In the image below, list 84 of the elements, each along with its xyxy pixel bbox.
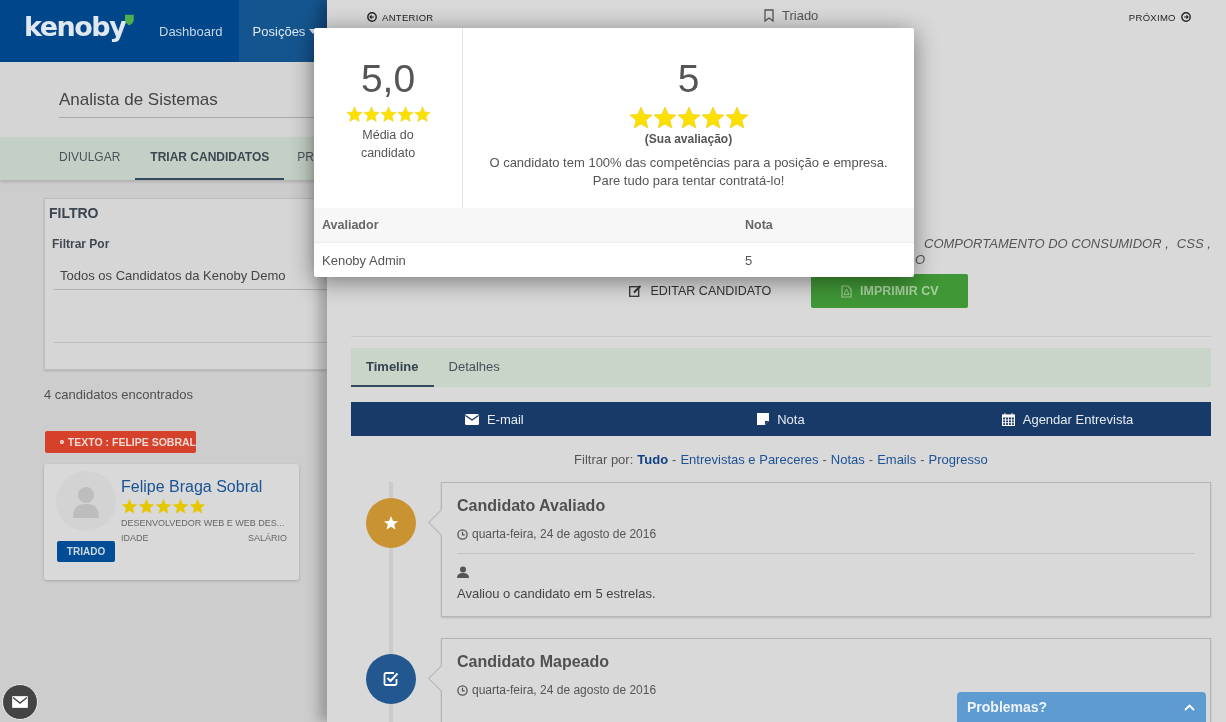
- filter-link[interactable]: Emails: [877, 452, 917, 467]
- note-icon: [757, 413, 770, 425]
- candidate-role: DESENVOLVEDOR WEB E WEB DES...: [121, 518, 286, 528]
- average-score: 5,0: [360, 57, 416, 101]
- envelope-icon: [12, 696, 28, 708]
- edit-candidate-button[interactable]: EDITAR CANDIDATO: [623, 283, 778, 299]
- event-title: Candidato Mapeado: [457, 653, 610, 671]
- tab[interactable]: DIVULGAR: [44, 137, 136, 180]
- table-cell-text: 5: [744, 252, 753, 268]
- event-title: Candidato Avaliado: [457, 497, 607, 515]
- star-icon: [396, 106, 414, 123]
- star-icon: [362, 106, 380, 123]
- star-icon: [379, 106, 397, 123]
- skill-tag: COMPORTAMENTO DO CONSUMIDOR ,: [924, 236, 1169, 251]
- candidate-name[interactable]: Felipe Braga Sobral: [121, 478, 287, 496]
- age-label: IDADE: [121, 533, 149, 543]
- avatar-icon: [56, 471, 116, 531]
- pdf-file-icon: [841, 284, 853, 298]
- star-icon: [676, 106, 701, 130]
- shield-icon: [125, 14, 134, 26]
- filter-link[interactable]: Notas: [830, 452, 865, 467]
- separator: -: [822, 452, 827, 467]
- calendar-icon: [1001, 412, 1015, 426]
- star-icon: [138, 498, 155, 515]
- candidate-card[interactable]: TRIADO Felipe Braga Sobral DESENVOLVEDOR WEB E WEB DES... IDADE SALÁRIO: [44, 464, 299, 580]
- nav-item[interactable]: Dashboard: [134, 0, 239, 62]
- filter-title: FILTRO: [49, 205, 100, 221]
- filter-label: Filtrar Por: [52, 237, 111, 251]
- star-icon: [189, 498, 206, 515]
- toolbar-button[interactable]: Nota: [637, 402, 925, 436]
- clock-icon: [457, 684, 468, 696]
- column-header: Nota: [744, 218, 773, 232]
- star-icon: [652, 106, 677, 130]
- arrow-right-icon: [1180, 12, 1191, 22]
- tab[interactable]: PR: [284, 137, 314, 180]
- person-icon: [457, 566, 469, 578]
- tab[interactable]: Timeline: [351, 348, 434, 387]
- separator: -: [672, 452, 677, 467]
- skill-tag: CSS ,: [1176, 236, 1211, 251]
- pencil-icon: [629, 285, 643, 297]
- clock-icon: [457, 528, 468, 540]
- table-cell-text: Kenoby Admin: [321, 252, 407, 268]
- star-icon: [172, 498, 189, 515]
- filter-link[interactable]: Entrevistas e Pareceres: [680, 452, 819, 467]
- separator: -: [920, 452, 925, 467]
- toolbar-button[interactable]: Agendar Entrevista: [924, 402, 1211, 436]
- star-icon: [121, 498, 138, 515]
- tab[interactable]: TRIAR CANDIDATOS: [135, 137, 285, 180]
- logo[interactable]: kenoby: [24, 12, 126, 42]
- status-label: Triado: [764, 7, 819, 23]
- arrow-left-icon: [367, 12, 377, 22]
- event-description: Avaliou o candidato em 5 estrelas.: [457, 586, 657, 601]
- star-icon: [383, 515, 399, 531]
- previous-link[interactable]: ANTERIOR: [367, 11, 434, 23]
- separator: -: [868, 452, 874, 467]
- your-score: 5: [677, 57, 700, 101]
- average-label: Média do candidato: [359, 127, 417, 162]
- rating-message: O candidato tem 100% das competências para a posição e empresa. Pare tudo para tentar contratá-lo!: [489, 154, 888, 190]
- envelope-icon: [464, 413, 479, 425]
- star-icon: [628, 106, 653, 130]
- star-icon: [724, 106, 749, 130]
- checkbox-icon: [383, 671, 399, 687]
- status-badge: TRIADO: [57, 541, 115, 562]
- remove-icon: [60, 437, 64, 447]
- star-icon: [155, 498, 172, 515]
- tab[interactable]: Detalhes: [433, 348, 515, 387]
- salary-label: SALÁRIO: [248, 533, 287, 543]
- skill-tag: O: [915, 251, 1211, 269]
- star-icon: [700, 106, 725, 130]
- bookmark-icon: [764, 8, 774, 22]
- next-link[interactable]: PRÓXIMO: [1128, 11, 1191, 23]
- star-icon: [413, 106, 431, 123]
- your-rating-label: (Sua avaliação): [644, 132, 733, 146]
- event-date: quarta-feira, 24 de agosto de 2016: [457, 527, 1195, 541]
- filter-label: Filtrar por:: [574, 452, 634, 467]
- filter-link[interactable]: Tudo: [637, 452, 669, 467]
- filter-link[interactable]: Progresso: [928, 452, 988, 467]
- toolbar-button[interactable]: E-mail: [351, 402, 638, 436]
- filter-tag[interactable]: TEXTO : FELIPE SOBRAL: [45, 431, 196, 453]
- nav-item[interactable]: Posições: [238, 0, 327, 62]
- column-header: Avaliador: [321, 218, 380, 232]
- chevron-up-icon: [1184, 703, 1195, 711]
- star-icon: [345, 106, 363, 123]
- results-count: 4 candidatos encontrados: [44, 387, 194, 402]
